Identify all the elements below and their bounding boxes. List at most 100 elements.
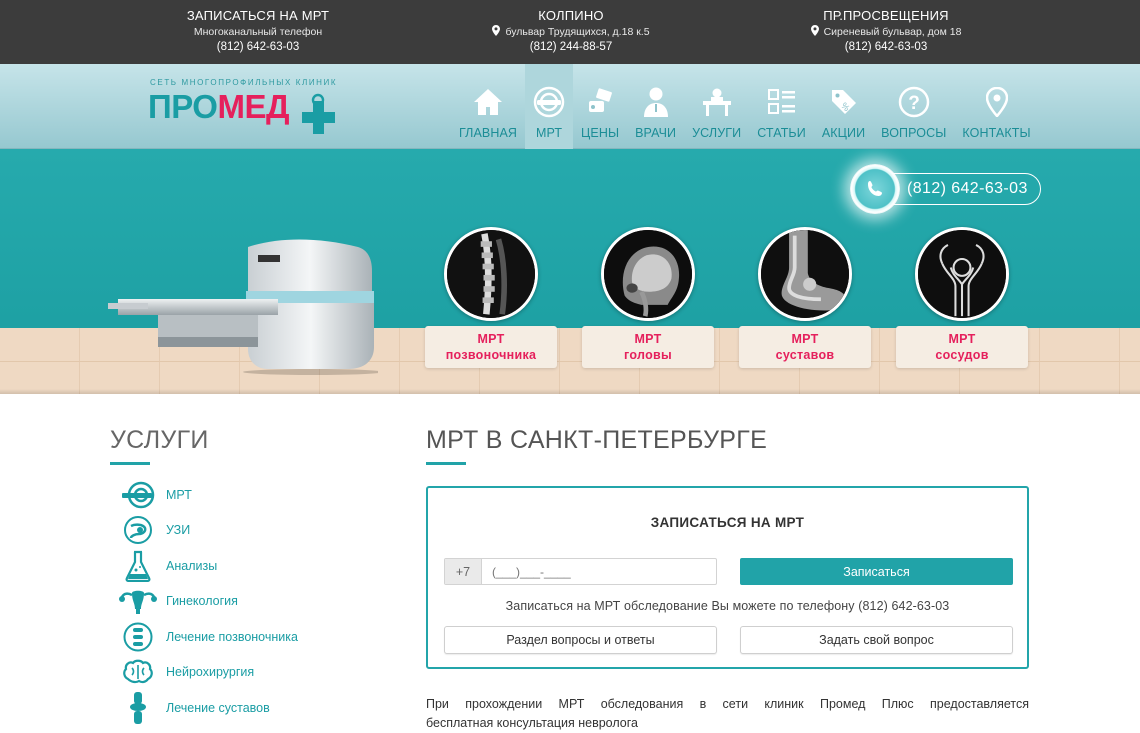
- card-title: МРТ: [634, 332, 662, 346]
- intro-paragraph: При прохождении МРТ обследования в сети …: [426, 697, 1029, 711]
- topbar-prosvescheniya: ПР.ПРОСВЕЩЕНИЯ Сиреневый бульвар, дом 18…: [756, 8, 1016, 55]
- hero-banner: (812) 642-63-03 МРТ позвоночника МРТ гол…: [0, 149, 1140, 394]
- nav-label: ВРАЧИ: [635, 126, 677, 140]
- uterus-icon: [118, 584, 158, 618]
- sidebar-item-ultrasound[interactable]: УЗИ: [110, 513, 360, 549]
- nav-menu: ГЛАВНАЯ МРТ ЦЕНЫ ВРАЧИ УСЛУГИ СТАТЬИ % А…: [451, 64, 1039, 149]
- spine-scan-image[interactable]: [444, 227, 538, 321]
- faq-button[interactable]: Раздел вопросы и ответы: [444, 626, 717, 654]
- nav-item-articles[interactable]: СТАТЬИ: [749, 64, 814, 149]
- topbar-booking-subtitle: Многоканальный телефон: [193, 26, 323, 38]
- title-underline: [426, 462, 466, 465]
- articles-icon: [766, 86, 798, 118]
- phone-field: +7: [444, 558, 717, 585]
- top-bar: ЗАПИСАТЬСЯ НА МРТ Многоканальный телефон…: [0, 0, 1140, 64]
- card-mri-vessels[interactable]: МРТ сосудов: [896, 326, 1028, 368]
- topbar-kolpino-phone[interactable]: (812) 244-88-57: [441, 40, 701, 55]
- topbar-prosvescheniya-phone[interactable]: (812) 642-63-03: [756, 40, 1016, 55]
- nav-item-services[interactable]: УСЛУГИ: [684, 64, 749, 149]
- phone-icon: [868, 181, 882, 196]
- nav-label: СТАТЬИ: [757, 126, 806, 140]
- mri-icon: [118, 478, 158, 512]
- nav-label: ГЛАВНАЯ: [459, 126, 518, 140]
- nav-label: АКЦИИ: [821, 126, 866, 140]
- main-content: МРТ В САНКТ-ПЕТЕРБУРГЕ ЗАПИСАТЬСЯ НА МРТ…: [426, 424, 1029, 730]
- svg-text:?: ?: [908, 93, 920, 114]
- sidebar-item-gynecology[interactable]: Гинекология: [110, 584, 360, 620]
- price-icon: [584, 86, 616, 118]
- phone-call-button[interactable]: [850, 164, 900, 214]
- sidebar-item-mri[interactable]: МРТ: [110, 477, 360, 513]
- booking-note: Записаться на МРТ обследование Вы можете…: [505, 599, 950, 613]
- topbar-kolpino-title: КОЛПИНО: [538, 8, 604, 23]
- sidebar-item-neurosurgery[interactable]: Нейрохирургия: [110, 655, 360, 691]
- sidebar-item-label: УЗИ: [166, 523, 191, 538]
- nav-item-contacts[interactable]: КОНТАКТЫ: [954, 64, 1038, 149]
- sidebar-title: УСЛУГИ: [110, 426, 209, 454]
- page-title: МРТ В САНКТ-ПЕТЕРБУРГЕ: [426, 426, 768, 454]
- ultrasound-icon: [118, 513, 158, 547]
- card-title: МРТ: [477, 332, 505, 346]
- spine-icon: [118, 620, 158, 654]
- sidebar-item-spine[interactable]: Лечение позвоночника: [110, 619, 360, 655]
- head-scan-image[interactable]: [601, 227, 695, 321]
- logo-subtitle: СЕТЬ МНОГОПРОФИЛЬНЫХ КЛИНИК: [150, 78, 338, 87]
- card-subtitle: сосудов: [935, 348, 989, 362]
- sidebar-item-label: Лечение позвоночника: [166, 629, 298, 644]
- topbar-kolpino: КОЛПИНО бульвар Трудящихся, д.18 к.5 (81…: [441, 8, 701, 55]
- mri-machine-image: [108, 239, 378, 375]
- sidebar-item-label: Гинекология: [166, 594, 238, 609]
- location-icon: [981, 86, 1013, 118]
- home-icon: [472, 86, 504, 118]
- nav-label: ВОПРОСЫ: [881, 126, 947, 140]
- intro-paragraph-line2: бесплатная консультация невролога: [426, 716, 638, 730]
- booking-form-title: ЗАПИСАТЬСЯ НА МРТ: [650, 515, 805, 530]
- card-subtitle: головы: [624, 348, 672, 362]
- topbar-booking-title: ЗАПИСАТЬСЯ НА МРТ: [186, 8, 330, 23]
- title-underline: [110, 462, 150, 465]
- sidebar-item-label: Нейрохирургия: [166, 665, 255, 680]
- nav-item-doctors[interactable]: ВРАЧИ: [627, 64, 684, 149]
- card-subtitle: позвоночника: [445, 348, 537, 362]
- logo[interactable]: СЕТЬ МНОГОПРОФИЛЬНЫХ КЛИНИК ПРОМЕД: [148, 78, 348, 140]
- ask-question-button[interactable]: Задать свой вопрос: [740, 626, 1013, 654]
- joint-scan-image[interactable]: [758, 227, 852, 321]
- mri-icon: [533, 86, 565, 118]
- nav-item-home[interactable]: ГЛАВНАЯ: [451, 64, 525, 149]
- discount-icon: %: [828, 86, 860, 118]
- logo-text-pro: ПРО: [148, 88, 218, 125]
- card-subtitle: суставов: [775, 348, 835, 362]
- nav-item-questions[interactable]: ? ВОПРОСЫ: [873, 64, 954, 149]
- location-pin-icon: [810, 25, 819, 36]
- booking-form: ЗАПИСАТЬСЯ НА МРТ +7 Записаться Записать…: [426, 486, 1029, 669]
- joint-icon: [118, 691, 158, 725]
- flask-icon: [118, 549, 158, 583]
- nav-item-mri[interactable]: МРТ: [525, 64, 574, 149]
- location-pin-icon: [492, 25, 501, 36]
- nav-item-promotions[interactable]: % АКЦИИ: [814, 64, 873, 149]
- phone-prefix: +7: [445, 559, 482, 584]
- card-title: МРТ: [948, 332, 976, 346]
- card-mri-spine[interactable]: МРТ позвоночника: [425, 326, 557, 368]
- services-list: МРТ УЗИ Анализы Гинекология Лечение позв…: [110, 477, 360, 726]
- nav-label: КОНТАКТЫ: [962, 126, 1031, 140]
- nav-item-prices[interactable]: ЦЕНЫ: [573, 64, 627, 149]
- logo-cross-icon: [302, 93, 335, 134]
- sidebar-item-joints[interactable]: Лечение суставов: [110, 690, 360, 726]
- vessels-scan-image[interactable]: [915, 227, 1009, 321]
- brain-icon: [118, 655, 158, 689]
- question-icon: ?: [898, 86, 930, 118]
- topbar-prosvescheniya-address: Сиреневый бульвар, дом 18: [823, 26, 962, 38]
- submit-booking-button[interactable]: Записаться: [740, 558, 1013, 585]
- card-mri-head[interactable]: МРТ головы: [582, 326, 714, 368]
- sidebar-item-label: МРТ: [166, 487, 192, 502]
- topbar-booking: ЗАПИСАТЬСЯ НА МРТ Многоканальный телефон…: [128, 8, 388, 55]
- topbar-booking-phone[interactable]: (812) 642-63-03: [128, 40, 388, 55]
- services-icon: [701, 86, 733, 118]
- card-mri-joints[interactable]: МРТ суставов: [739, 326, 871, 368]
- main-navbar: СЕТЬ МНОГОПРОФИЛЬНЫХ КЛИНИК ПРОМЕД ГЛАВН…: [0, 64, 1140, 149]
- phone-input[interactable]: [482, 559, 716, 584]
- sidebar-item-tests[interactable]: Анализы: [110, 548, 360, 584]
- services-sidebar: УСЛУГИ МРТ УЗИ Анализы Гинекология Лечен…: [110, 424, 360, 726]
- card-title: МРТ: [791, 332, 819, 346]
